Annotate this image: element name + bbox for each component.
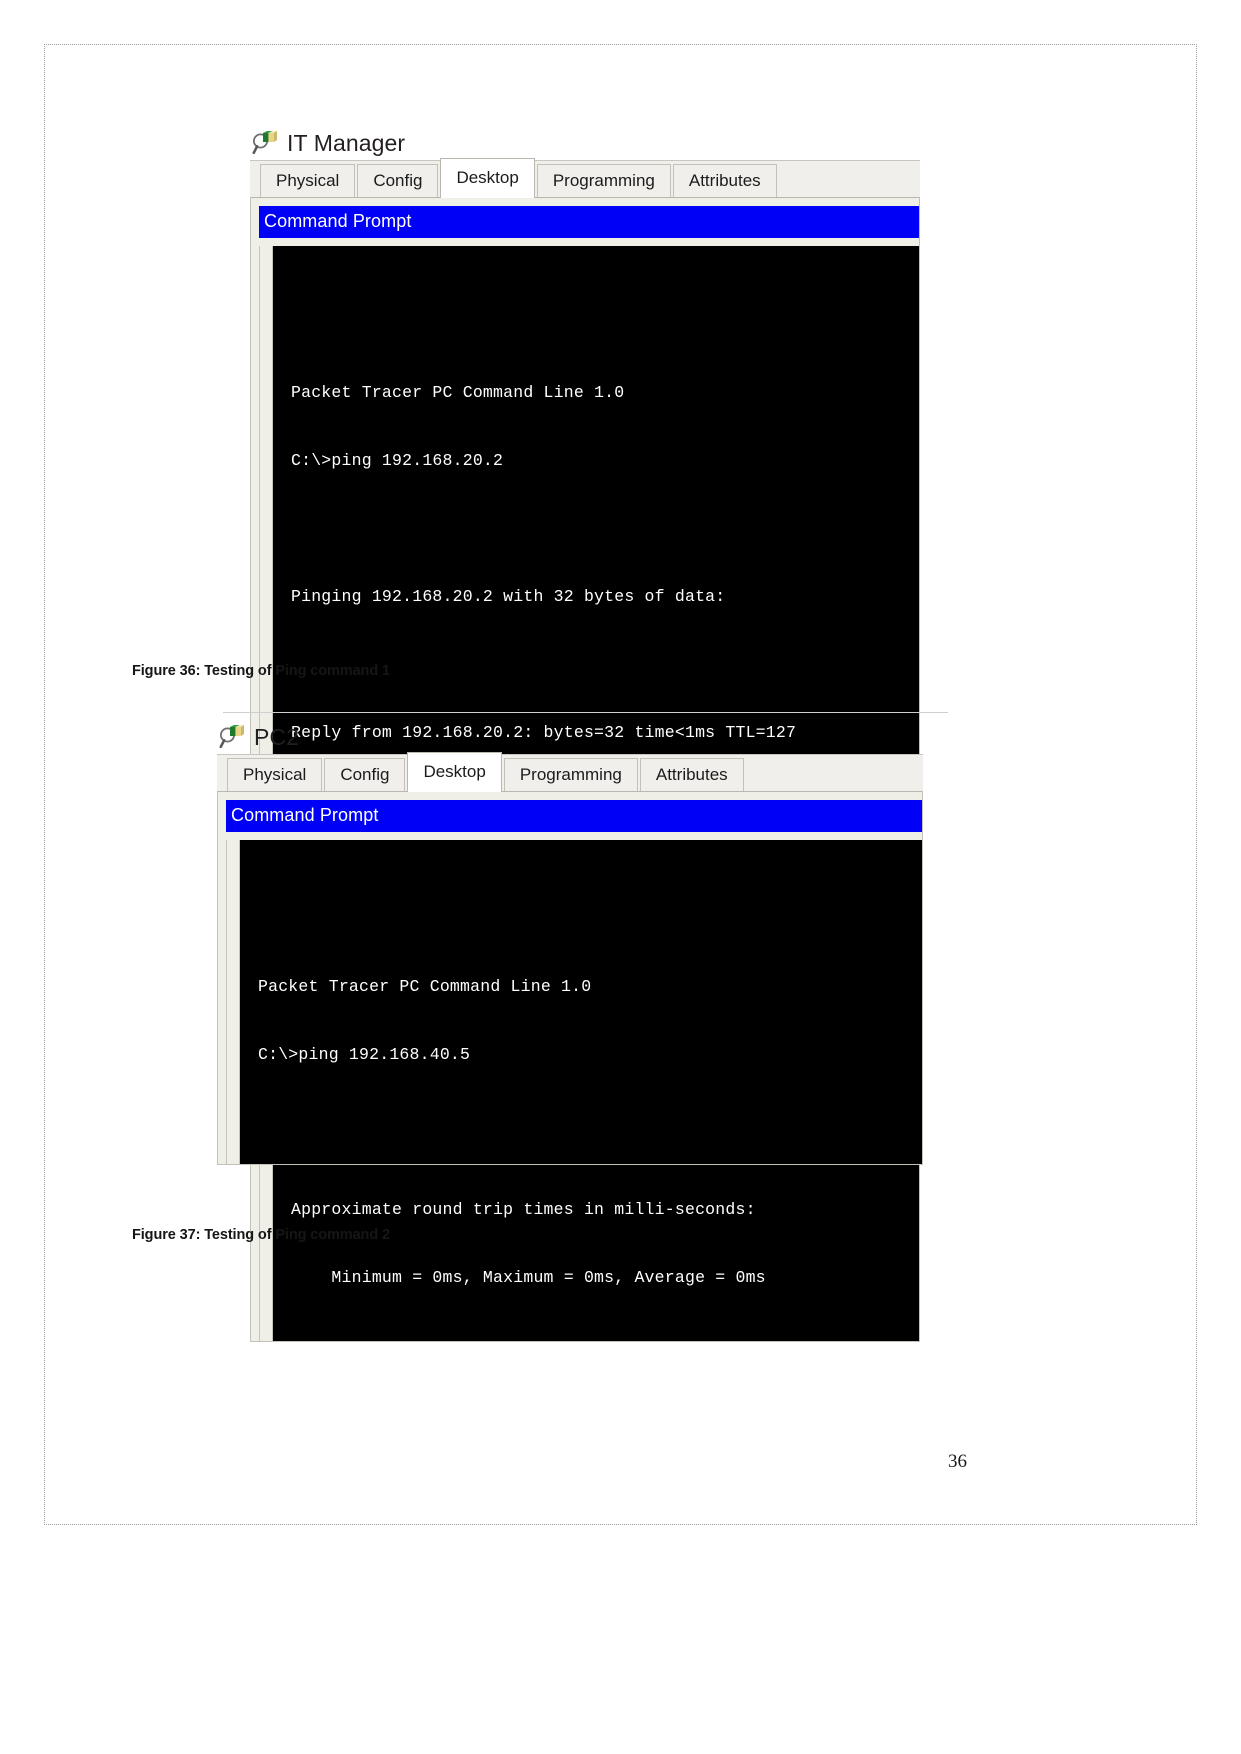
section-divider [223,712,948,713]
console-line: Minimum = 0ms, Maximum = 0ms, Average = … [291,1267,766,1287]
console-line: Pinging 192.168.20.2 with 32 bytes of da… [291,586,726,606]
console-left-gutter [226,840,240,1164]
tab-attributes[interactable]: Attributes [639,758,744,793]
page-number: 36 [948,1451,967,1472]
console-output[interactable]: Packet Tracer PC Command Line 1.0 C:\>pi… [240,840,922,1164]
tab-physical[interactable]: Physical [260,164,356,199]
tab-strip: Physical Config Desktop Programming Attr… [217,752,923,793]
document-page-frame: IT Manager Physical Config Desktop Progr… [44,44,1197,1525]
tab-config[interactable]: Config [357,164,439,199]
tab-programming[interactable]: Programming [503,758,638,793]
document-page-content: IT Manager Physical Config Desktop Progr… [45,45,1196,1524]
console-line: C:\>ping 192.168.40.5 [258,1044,471,1064]
console-area: Packet Tracer PC Command Line 1.0 C:\>pi… [226,832,922,1164]
console-line: Packet Tracer PC Command Line 1.0 [258,976,592,996]
tab-attributes[interactable]: Attributes [672,164,777,199]
device-name-label: IT Manager [287,129,406,156]
device-name-label: PC2 [254,723,300,750]
tab-config[interactable]: Config [324,758,406,793]
figure-caption-36: Figure 36: Testing of Ping command 1 [132,663,390,679]
packet-tracer-window-pc2: PC2 Physical Config Desktop Programming … [217,720,923,1166]
figure-caption-37: Figure 37: Testing of Ping command 2 [132,1227,390,1243]
packet-tracer-device-icon [252,130,278,156]
command-prompt-title: Command Prompt [226,800,922,832]
console-line: Packet Tracer PC Command Line 1.0 [291,382,625,402]
window-title-bar: PC2 [217,720,923,754]
tab-programming[interactable]: Programming [536,164,671,199]
tab-physical[interactable]: Physical [227,758,323,793]
console-line: Approximate round trip times in milli-se… [291,1199,756,1219]
desktop-panel: Command Prompt Packet Tracer PC Command … [217,791,923,1165]
packet-tracer-device-icon [219,724,245,750]
tab-desktop[interactable]: Desktop [440,158,535,198]
command-prompt-title: Command Prompt [259,206,919,238]
tab-desktop[interactable]: Desktop [407,752,502,792]
console-line: C:\>ping 192.168.20.2 [291,450,504,470]
tab-strip: Physical Config Desktop Programming Attr… [250,158,920,199]
window-title-bar: IT Manager [250,126,920,160]
